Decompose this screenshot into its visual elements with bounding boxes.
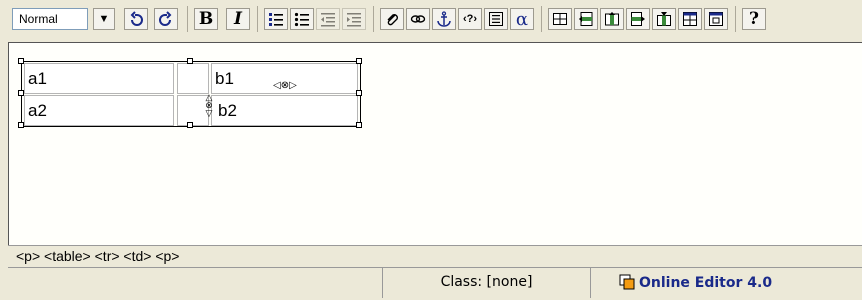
editor-logo-icon [619,271,635,300]
element-path-bar: <p> <table> <tr> <td> <p> [8,245,862,267]
form-icon[interactable] [484,8,508,30]
resize-handle-w[interactable] [18,90,24,96]
status-bar: Class: [none] Online Editor 4.0 [8,267,862,298]
resize-handle-sw[interactable] [18,122,24,128]
special-char-icon: α [515,8,529,30]
insert-column-icon[interactable] [652,8,676,30]
resize-handle-s[interactable] [187,122,193,128]
brand-name: Online Editor 4.0 [639,275,773,291]
table-properties-icon[interactable] [704,8,728,30]
element-path[interactable]: <p> <table> <tr> <td> <p> [16,248,179,264]
anchor-icon[interactable] [432,8,456,30]
toolbar: Normal ▼ B I ‹?› α ? [0,0,862,42]
chevron-down-icon[interactable]: ▼ [93,8,115,30]
redo-icon[interactable] [154,8,178,30]
format-select[interactable]: Normal [12,8,88,30]
table-selection-border [21,61,361,127]
cell-properties-icon[interactable] [678,8,702,30]
insert-row-icon[interactable] [626,8,650,30]
italic-button[interactable]: I [226,8,250,30]
bold-button[interactable]: B [194,8,218,30]
help-icon: ? [749,9,759,29]
brand-cell: Online Editor 4.0 [591,268,862,298]
bold-icon: B [198,9,214,29]
editor-area[interactable]: a1 b1 a2 b2 ◁⊗▷ △ ⊗ ▽ [8,42,862,245]
column-resize-icon[interactable]: ◁⊗▷ [273,81,297,91]
resize-handle-nw[interactable] [18,58,24,64]
code-icon[interactable]: ‹?› [458,8,482,30]
column-icon[interactable] [600,8,624,30]
italic-icon: I [234,9,242,29]
content-table[interactable]: a1 b1 a2 b2 ◁⊗▷ △ ⊗ ▽ [18,58,363,128]
bullet-list-icon[interactable] [290,8,314,30]
insert-table-icon[interactable] [548,8,572,30]
resize-handle-se[interactable] [356,122,362,128]
status-empty-cell [8,268,383,298]
resize-handle-e[interactable] [356,90,362,96]
row-icon[interactable] [574,8,598,30]
row-resize-icon[interactable]: △ ⊗ ▽ [204,93,214,118]
class-indicator: Class: [none] [383,268,591,298]
resize-handle-n[interactable] [187,58,193,64]
special-char-button[interactable]: α [510,8,534,30]
link-icon[interactable] [406,8,430,30]
indent-icon[interactable] [342,8,366,30]
help-button[interactable]: ? [742,8,766,30]
numbered-list-icon[interactable] [264,8,288,30]
outdent-icon[interactable] [316,8,340,30]
attachment-icon[interactable] [380,8,404,30]
resize-handle-ne[interactable] [356,58,362,64]
undo-icon[interactable] [124,8,148,30]
